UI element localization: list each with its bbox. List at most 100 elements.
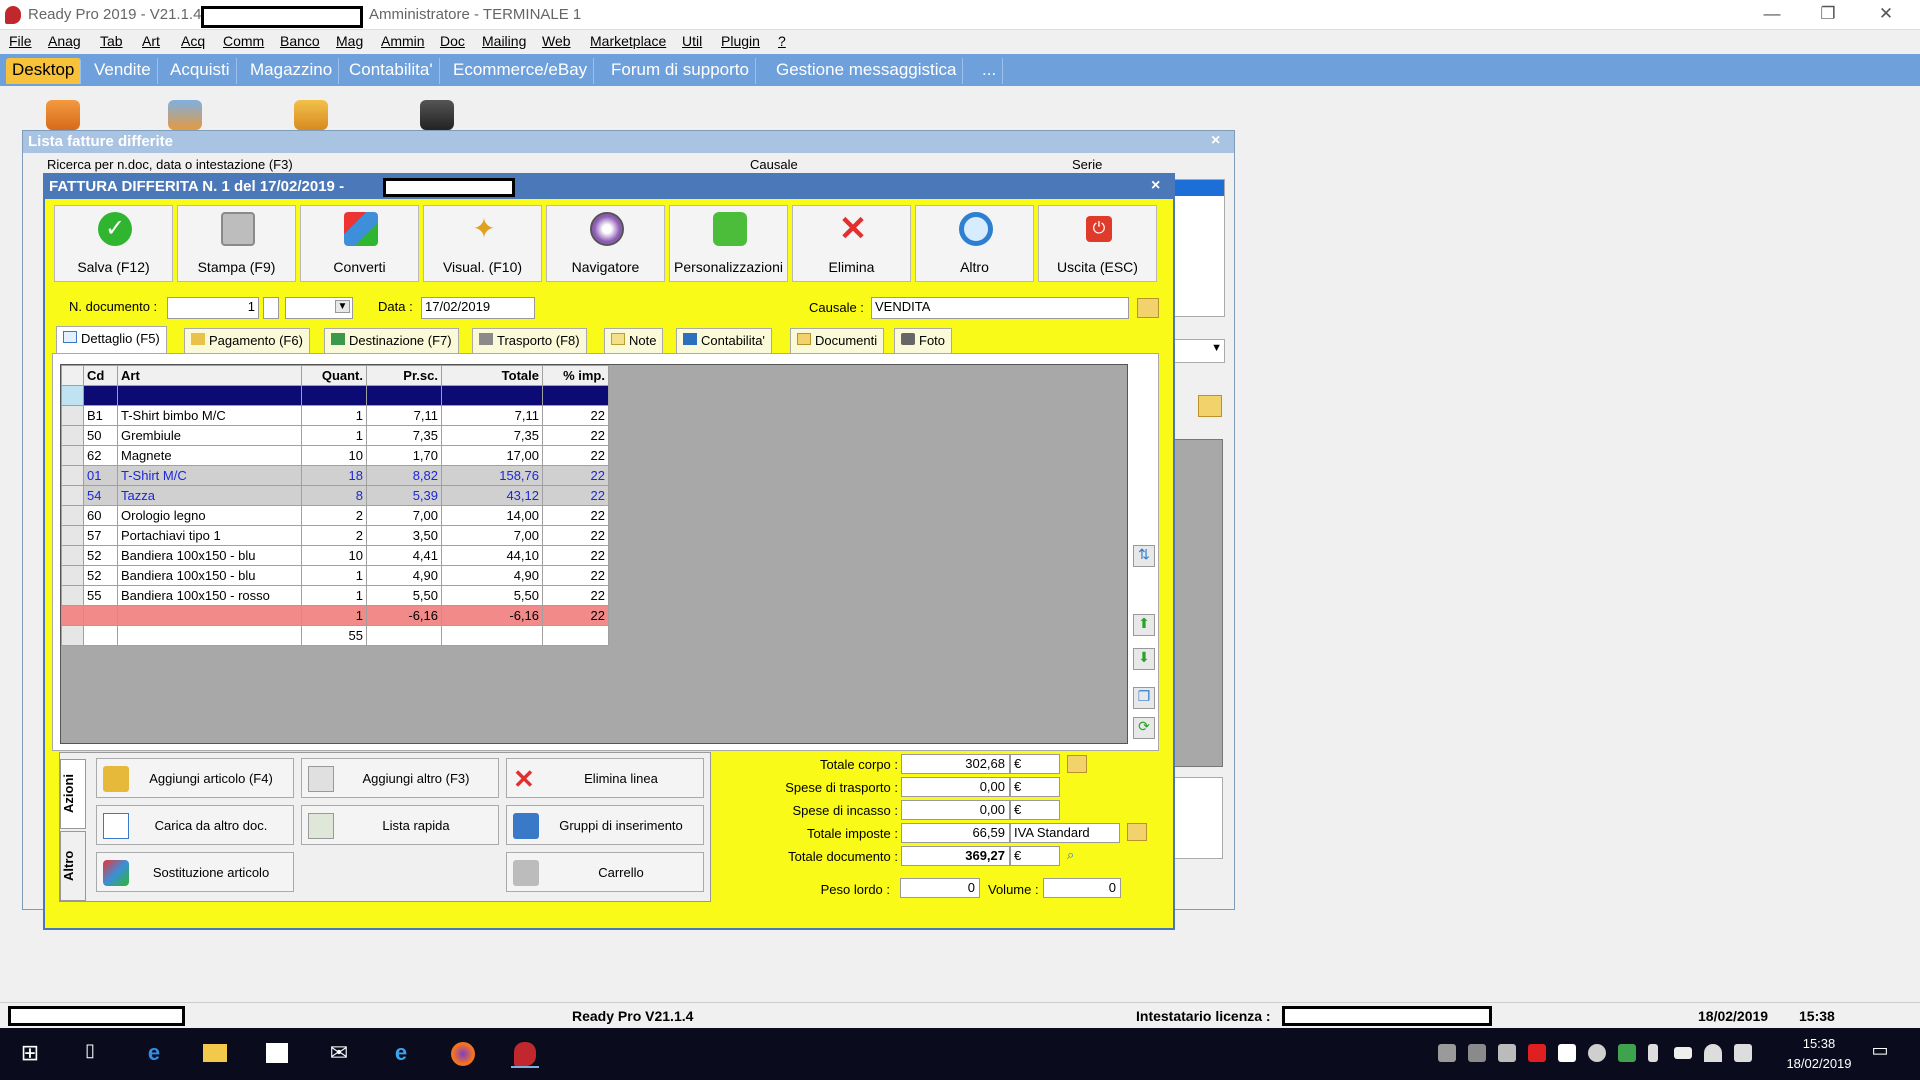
doc-number-suffix-field[interactable] [263,297,279,319]
internet-explorer-icon[interactable]: e [387,1040,415,1068]
menu-banco[interactable]: Banco [280,33,320,49]
minimize-button[interactable]: — [1752,4,1792,24]
cell-totale[interactable]: 14,00 [441,505,543,526]
store-icon[interactable] [263,1040,291,1068]
cell-totale[interactable]: 4,90 [441,565,543,586]
col-prsc[interactable]: Pr.sc. [366,365,442,386]
usb-icon[interactable] [1648,1044,1658,1062]
cell-totale[interactable] [441,625,543,646]
cell-quant[interactable]: 8 [301,485,367,506]
menu-art[interactable]: Art [142,33,160,49]
table-row[interactable]: 60 Orologio legno 2 7,00 14,00 22 [61,505,609,526]
cell-cd[interactable]: 57 [83,525,118,546]
cell-imp[interactable]: 22 [542,425,609,446]
print-button[interactable]: Stampa (F9) [177,205,296,282]
tab-documenti[interactable]: Documenti [790,328,885,353]
tab-desktop[interactable]: Desktop [6,58,82,84]
cell-imp[interactable]: 22 [542,405,609,426]
tab-more[interactable]: ... [976,58,1004,84]
file-explorer-icon[interactable] [201,1040,229,1068]
cell-totale[interactable]: -6,16 [441,605,543,626]
row-indicator[interactable] [61,505,84,526]
table-row[interactable] [61,385,609,406]
cell-art[interactable] [117,385,302,406]
cell-quant[interactable]: 10 [301,545,367,566]
iva-type-field[interactable]: IVA Standard [1010,823,1120,843]
cell-quant[interactable]: 1 [301,605,367,626]
menu-mailing[interactable]: Mailing [482,33,526,49]
cell-imp[interactable] [542,385,609,406]
cell-totale[interactable] [441,385,543,406]
cell-art[interactable]: Grembiule [117,425,302,446]
cell-imp[interactable]: 22 [542,485,609,506]
col-totale[interactable]: Totale [441,365,543,386]
load-from-doc-button[interactable]: Carica da altro doc. [96,805,294,845]
cell-totale[interactable]: 7,00 [441,525,543,546]
cell-quant[interactable]: 10 [301,445,367,466]
table-row[interactable]: 52 Bandiera 100x150 - blu 10 4,41 44,10 22 [61,545,609,566]
col-quant[interactable]: Quant. [301,365,367,386]
cell-totale[interactable]: 44,10 [441,545,543,566]
cell-cd[interactable]: 01 [83,465,118,486]
cell-art[interactable]: Magnete [117,445,302,466]
cell-art[interactable]: Bandiera 100x150 - blu [117,545,302,566]
cell-totale[interactable]: 17,00 [441,445,543,466]
peso-lordo-field[interactable]: 0 [900,878,980,898]
zoom-icon[interactable]: ⌕ [1067,847,1085,863]
menu-acq[interactable]: Acq [181,33,205,49]
tray-shield-icon[interactable] [1558,1044,1576,1062]
col-cd[interactable]: Cd [83,365,118,386]
cell-cd[interactable] [83,605,118,626]
tray-security-icon[interactable] [1528,1044,1546,1062]
desktop-shortcut-agent-icon[interactable] [420,100,454,130]
cell-cd[interactable]: 52 [83,545,118,566]
folder-icon[interactable] [1127,823,1147,841]
delete-button[interactable]: ✕ Elimina [792,205,911,282]
cell-art[interactable]: Bandiera 100x150 - rosso [117,585,302,606]
cell-art[interactable]: Portachiavi tipo 1 [117,525,302,546]
exit-button[interactable]: ⏻ Uscita (ESC) [1038,205,1157,282]
col-imp[interactable]: % imp. [542,365,609,386]
cell-quant[interactable]: 1 [301,565,367,586]
replace-article-button[interactable]: Sostituzione articolo [96,852,294,892]
row-indicator[interactable] [61,525,84,546]
menu-marketplace[interactable]: Marketplace [590,33,666,49]
move-up-arrow-icon[interactable]: ⬆ [1133,614,1155,636]
table-row[interactable]: 54 Tazza 8 5,39 43,12 22 [61,485,609,506]
convert-button[interactable]: Converti [300,205,419,282]
task-view-icon[interactable]: ▯ [76,1040,104,1068]
firefox-icon[interactable] [449,1040,477,1068]
mail-icon[interactable]: ✉ [325,1040,353,1068]
cell-art[interactable] [117,625,302,646]
menu-web[interactable]: Web [542,33,571,49]
menu-file[interactable]: File [9,33,32,49]
tab-messaggistica[interactable]: Gestione messaggistica [770,58,964,84]
folder-icon[interactable] [1198,395,1222,417]
cell-imp[interactable]: 22 [542,605,609,626]
cell-prsc[interactable] [366,625,442,646]
cell-prsc[interactable]: 7,00 [366,505,442,526]
cell-cd[interactable] [83,385,118,406]
grid-toolbar-button[interactable]: ⇅ [1133,545,1155,567]
cell-quant[interactable]: 2 [301,525,367,546]
tab-note[interactable]: Note [604,328,664,353]
cell-prsc[interactable]: 7,11 [366,405,442,426]
cell-imp[interactable]: 22 [542,505,609,526]
cell-prsc[interactable]: 5,39 [366,485,442,506]
tab-destinazione[interactable]: Destinazione (F7) [324,328,459,353]
tab-trasporto[interactable]: Trasporto (F8) [472,328,587,353]
cell-cd[interactable]: 50 [83,425,118,446]
serie-dropdown[interactable]: ▼ [1173,339,1225,363]
table-row[interactable]: 55 Bandiera 100x150 - rosso 1 5,50 5,50 22 [61,585,609,606]
menu-util[interactable]: Util [682,33,702,49]
desktop-shortcut-supplier-icon[interactable] [294,100,328,130]
cell-quant[interactable]: 2 [301,505,367,526]
menu-anag[interactable]: Anag [48,33,81,49]
menu-ammin[interactable]: Ammin [381,33,425,49]
volume-icon[interactable] [1734,1044,1752,1062]
tab-dettaglio[interactable]: Dettaglio (F5) [56,326,167,353]
tab-contabilita[interactable]: Contabilita' [343,58,440,84]
tab-vendite[interactable]: Vendite [88,58,158,84]
table-row[interactable]: 1 -6,16 -6,16 22 [61,605,609,626]
menu-help[interactable]: ? [778,33,786,49]
